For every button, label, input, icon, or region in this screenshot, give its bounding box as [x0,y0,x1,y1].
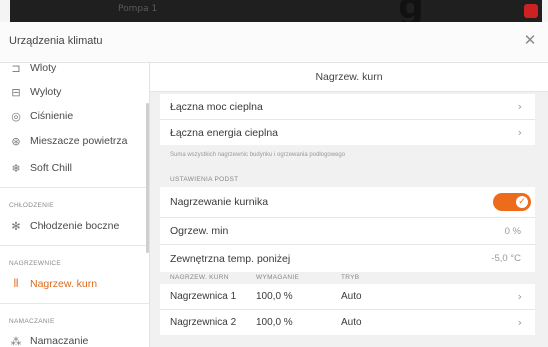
sidebar-item-wloty[interactable]: ⊐ Wloty [0,63,149,80]
sidebar-divider [0,303,149,304]
table-row[interactable]: Nagrzewnica 2 100,0 % Auto › [160,310,535,335]
sidebar-divider [0,245,149,246]
soft-chill-icon: ❄ [11,161,21,175]
chevron-right-icon: › [517,290,522,303]
sidebar-section-title: NAMACZANIE [9,318,55,325]
column-header-mode: TRYB [341,274,360,281]
heating-toggle[interactable]: ✓ [493,193,531,211]
sidebar-scrollbar[interactable] [146,103,149,253]
column-header-demand: WYMAGANIE [256,274,300,281]
sidebar-item-mieszacze-powietrza[interactable]: ⊛ Mieszacze powietrza [0,129,149,153]
heating-toggle-row: Nagrzewanie kurnika ✓ [160,187,535,217]
dialog-title: Urządzenia klimatu [9,35,103,47]
outside-temp-row[interactable]: Zewnętrzna temp. poniżej -5,0 °C [160,245,535,272]
air-mixer-icon: ⊛ [11,134,21,148]
sidebar-item-nagrzew-kurn[interactable]: ⦀ Nagrzew. kurn [0,272,149,296]
heater-icon: ⦀ [13,277,19,290]
sidebar-item-wyloty[interactable]: ⊟ Wyloty [0,80,149,104]
sidebar: ⊐ Wloty ⊟ Wyloty ◎ Ciśnienie ⊛ Mieszacze… [0,63,150,347]
heating-toggle-label: Nagrzewanie kurnika [170,196,269,208]
link-label: Łączna moc cieplna [170,100,263,113]
table-row[interactable]: Nagrzewnica 1 100,0 % Auto › [160,284,535,309]
pressure-icon: ◎ [11,109,21,123]
outlet-icon: ⊟ [11,85,21,99]
link-label: Łączna energia cieplna [170,126,278,139]
heater-mode: Auto [341,291,362,302]
background-window-bar: Pompa 1 [10,0,542,22]
outside-temp-value[interactable]: -5,0 °C [491,253,521,264]
sidebar-item-cisnienie[interactable]: ◎ Ciśnienie [0,104,149,128]
chevron-right-icon: › [517,100,522,113]
page-title: Nagrzew. kurn [150,63,548,92]
chevron-right-icon: › [517,316,522,329]
min-heating-value[interactable]: 0 % [505,226,521,237]
heater-demand: 100,0 % [256,317,293,328]
sidebar-item-label: Soft Chill [30,162,73,174]
outside-temp-label: Zewnętrzna temp. poniżej [170,252,291,265]
sidebar-item-chlodzenie-boczne[interactable]: ✻ Chłodzenie boczne [0,214,149,238]
background-glyph: g [398,0,424,22]
sidebar-item-label: Mieszacze powietrza [30,135,128,147]
heater-name: Nagrzewnica 1 [170,291,237,302]
snowflake-icon: ✻ [11,219,21,233]
dialog-header: Urządzenia klimatu ✕ [0,22,548,63]
close-icon[interactable]: ✕ [521,32,539,50]
sidebar-item-label: Namaczanie [30,335,89,347]
inlet-icon: ⊐ [11,63,21,75]
heater-name: Nagrzewnica 2 [170,317,237,328]
sidebar-item-label: Chłodzenie boczne [30,220,120,232]
min-heating-label: Ogrzew. min [170,225,229,237]
min-heating-row[interactable]: Ogrzew. min 0 % [160,218,535,244]
soaking-icon: ⁂ [10,334,22,347]
background-close-icon [524,4,538,18]
sidebar-item-label: Wloty [30,63,57,74]
background-tab-label: Pompa 1 [118,4,158,14]
sidebar-section-title: CHŁODZENIE [9,202,54,209]
check-icon: ✓ [516,196,528,208]
sidebar-item-namaczanie[interactable]: ⁂ Namaczanie [0,329,149,347]
total-heat-energy-link[interactable]: Łączna energia cieplna › [160,120,535,145]
heater-demand: 100,0 % [256,291,293,302]
heat-note: Suma wszystkich nagrzewnic budynku i ogr… [170,152,346,158]
sidebar-item-label: Wyloty [30,86,62,98]
sidebar-section-title: NAGRZEWNICE [9,260,62,267]
sidebar-divider [0,187,149,188]
column-header-heater: NAGRZEW. KURN [170,274,229,281]
main-panel: Nagrzew. kurn Łączna moc cieplna › Łączn… [150,63,548,347]
sidebar-item-soft-chill[interactable]: ❄ Soft Chill [0,156,149,180]
chevron-right-icon: › [517,126,522,139]
background-app-strip: Pompa 1 g [0,0,548,22]
heater-mode: Auto [341,317,362,328]
settings-section-title: USTAWIENIA PODST [170,176,239,183]
sidebar-item-label: Ciśnienie [30,110,74,122]
total-heat-power-link[interactable]: Łączna moc cieplna › [160,94,535,119]
sidebar-item-label: Nagrzew. kurn [30,278,98,290]
